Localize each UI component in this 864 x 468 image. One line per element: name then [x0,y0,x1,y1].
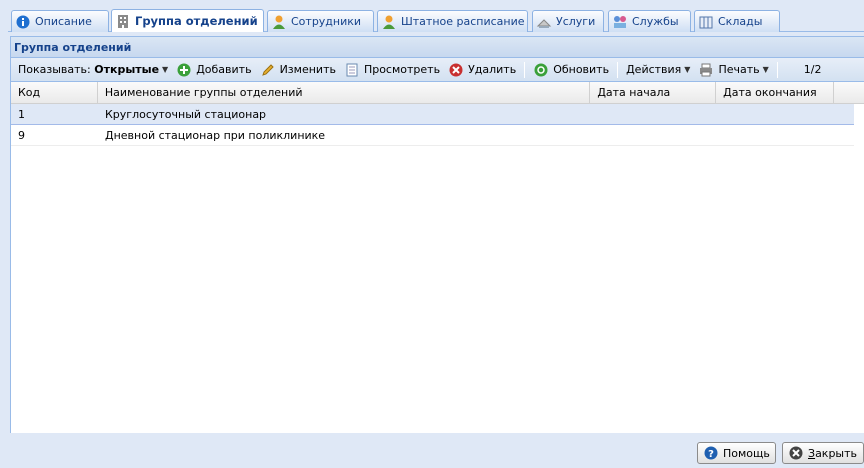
table-row[interactable]: 1 Круглосуточный стационар [11,104,854,125]
document-icon [344,62,360,78]
cell-code: 9 [18,129,25,142]
panel-header: Группа отделений [11,37,864,58]
delete-label: Удалить [468,63,517,76]
tab-warehouses[interactable]: Склады [694,10,780,32]
add-button[interactable]: Добавить [172,60,255,80]
cell-end-date [717,125,835,145]
close-label-rest: акрыть [815,446,858,460]
grid-header: Код Наименование группы отделений Дата н… [11,82,864,104]
cell-start-date [591,125,717,145]
delete-button[interactable]: Удалить [444,60,520,80]
tab-label: Штатное расписание [401,15,525,28]
warehouse-icon [698,14,714,30]
toolbar: Показывать: Открытые ▼ Добавить Изменить … [11,58,864,82]
toolbar-separator [776,61,778,78]
help-icon: ? [703,445,719,461]
user-icon [271,14,287,30]
print-menu-button[interactable]: Печать ▼ [694,60,772,80]
tab-description[interactable]: Описание [11,10,109,32]
column-header-name[interactable]: Наименование группы отделений [98,82,591,104]
show-filter-dropdown[interactable]: Показывать: Открытые ▼ [14,60,172,80]
actions-label: Действия [626,63,682,76]
cell-code: 1 [18,108,25,121]
view-button[interactable]: Просмотреть [340,60,444,80]
refresh-label: Обновить [553,63,610,76]
column-header-end-date[interactable]: Дата окончания [716,82,835,104]
panel-title: Группа отделений [14,40,132,54]
user-icon [381,14,397,30]
tab-strip: Описание Группа отделений Сотрудники Шта… [8,0,864,32]
cell-start-date [591,104,717,124]
paging-label: 1/2 [803,63,822,76]
tab-label: Сотрудники [291,15,362,28]
tab-label: Группа отделений [135,14,258,28]
show-label: Показывать: [18,63,91,76]
close-icon [788,445,804,461]
tab-staff-schedule[interactable]: Штатное расписание [377,10,528,32]
close-accesskey: З [808,446,816,460]
tab-label: Склады [718,15,763,28]
svg-text:?: ? [708,449,714,460]
chevron-down-icon: ▼ [684,65,691,74]
print-label: Печать [718,63,760,76]
close-button[interactable]: Закрыть [782,442,864,464]
tab-label: Услуги [556,15,596,28]
edit-button[interactable]: Изменить [256,60,340,80]
actions-menu-button[interactable]: Действия ▼ [622,60,694,80]
pencil-icon [260,62,276,78]
cell-name: Круглосуточный стационар [105,108,267,121]
dialog-footer: ? Помощь Закрыть [0,433,864,468]
building-icon [115,13,131,29]
cell-end-date [717,104,835,124]
toolbar-separator [524,61,526,78]
info-icon [15,14,31,30]
close-label: Закрыть [808,447,857,460]
refresh-icon [533,62,549,78]
column-header-start-date[interactable]: Дата начала [590,82,717,104]
department-group-panel: Группа отделений Показывать: Открытые ▼ Д… [10,36,864,433]
column-header-filler [834,82,864,104]
edit-label: Изменить [279,63,336,76]
tab-department-group[interactable]: Группа отделений [111,9,264,32]
paging-indicator: 1/2 [800,60,826,80]
view-label: Просмотреть [363,63,441,76]
refresh-button[interactable]: Обновить [529,60,613,80]
group-icon [612,14,628,30]
show-value: Открытые [94,63,160,76]
printer-icon [698,62,714,78]
help-label: Помощь [723,446,770,460]
chevron-down-icon: ▼ [162,65,169,74]
tab-label: Службы [632,15,679,28]
toolbar-separator [617,61,619,78]
add-icon [176,62,192,78]
tab-departments-services[interactable]: Службы [608,10,691,32]
tab-label: Описание [35,15,92,28]
chevron-down-icon: ▼ [762,65,769,74]
tab-employees[interactable]: Сотрудники [267,10,374,32]
add-label: Добавить [196,63,252,76]
help-button[interactable]: ? Помощь [697,442,776,464]
column-header-code[interactable]: Код [11,82,98,104]
table-row[interactable]: 9 Дневной стационар при поликлинике [11,125,854,146]
tab-services[interactable]: Услуги [532,10,604,32]
delete-icon [448,62,464,78]
services-icon [536,14,552,30]
cell-name: Дневной стационар при поликлинике [105,129,326,142]
